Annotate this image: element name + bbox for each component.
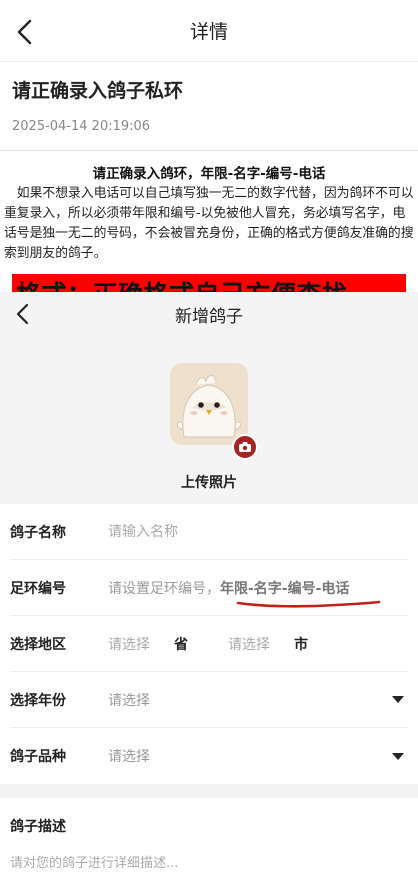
back-button[interactable] xyxy=(10,17,40,47)
dropdown-caret-icon[interactable] xyxy=(392,696,404,703)
top-nav-bar: 详情 xyxy=(0,0,418,62)
breed-label: 鸽子品种 xyxy=(10,749,66,765)
year-label: 选择年份 xyxy=(10,692,66,709)
region-label: 选择地区 xyxy=(10,636,66,653)
red-underline-annotation xyxy=(236,600,381,608)
city-unit: 市 xyxy=(294,636,308,653)
embedded-screenshot: 新增鸽子 上传照片 鸽子名称 请输入名称 足环编号 请设置足环编号，年限-名字-… xyxy=(0,292,418,884)
article-headline: 请正确录入鸽环，年限-名字-编号-电话 xyxy=(92,166,326,182)
add-pigeon-title: 新增鸽子 xyxy=(175,306,243,327)
article-date: 2025-04-14 20:19:06 xyxy=(12,119,151,134)
ring-label: 足环编号 xyxy=(10,580,66,597)
pigeon-mascot-icon xyxy=(170,363,248,445)
ring-input[interactable]: 请设置足环编号，年限-名字-编号-电话 xyxy=(108,578,349,598)
description-input[interactable] xyxy=(10,852,408,884)
pigeon-form: 鸽子名称 足环编号 请设置足环编号，年限-名字-编号-电话 选择地区 请选择 省… xyxy=(0,504,418,784)
upload-photo-label: 上传照片 xyxy=(181,475,237,491)
camera-icon xyxy=(239,442,251,452)
chevron-left-icon xyxy=(16,303,29,325)
article: 请正确录入鸽子私环 2025-04-14 20:19:06 请正确录入鸽环，年限… xyxy=(0,62,418,312)
page-title: 详情 xyxy=(189,21,228,43)
province-select[interactable]: 请选择 xyxy=(108,634,174,654)
description-section: 鸽子描述 xyxy=(0,798,418,884)
province-unit: 省 xyxy=(174,636,188,653)
year-select[interactable]: 请选择 xyxy=(108,690,392,710)
name-input[interactable] xyxy=(108,523,388,540)
breed-row: 鸽子品种 请选择 xyxy=(10,728,408,784)
pigeon-photo[interactable] xyxy=(170,363,248,445)
dropdown-caret-icon[interactable] xyxy=(392,752,404,760)
sub-back-button[interactable] xyxy=(10,300,36,328)
ring-format-hint: 年限-名字-编号-电话 xyxy=(220,580,350,597)
ring-row: 足环编号 请设置足环编号，年限-名字-编号-电话 xyxy=(10,560,408,616)
article-body: 如果不想录入电话可以自己填写独一无二的数字代替，因为鸽环不可以重复录入，所以必须… xyxy=(0,182,418,264)
article-body-text: 如果不想录入电话可以自己填写独一无二的数字代替，因为鸽环不可以重复录入，所以必须… xyxy=(4,186,414,261)
add-pigeon-header: 新增鸽子 xyxy=(0,292,418,336)
photo-upload-area: 上传照片 xyxy=(0,336,418,504)
article-title: 请正确录入鸽子私环 xyxy=(12,80,184,102)
region-row: 选择地区 请选择 省 请选择 市 xyxy=(10,616,408,672)
year-row: 选择年份 请选择 xyxy=(10,672,408,728)
camera-badge[interactable] xyxy=(232,434,258,460)
name-row: 鸽子名称 xyxy=(10,504,408,560)
section-gap xyxy=(0,784,418,798)
chevron-left-icon xyxy=(17,19,32,45)
name-label: 鸽子名称 xyxy=(10,524,66,541)
description-label: 鸽子描述 xyxy=(10,819,66,835)
city-select[interactable]: 请选择 xyxy=(228,634,294,654)
breed-select[interactable]: 请选择 xyxy=(108,746,392,766)
ring-placeholder: 请设置足环编号， xyxy=(108,580,220,597)
